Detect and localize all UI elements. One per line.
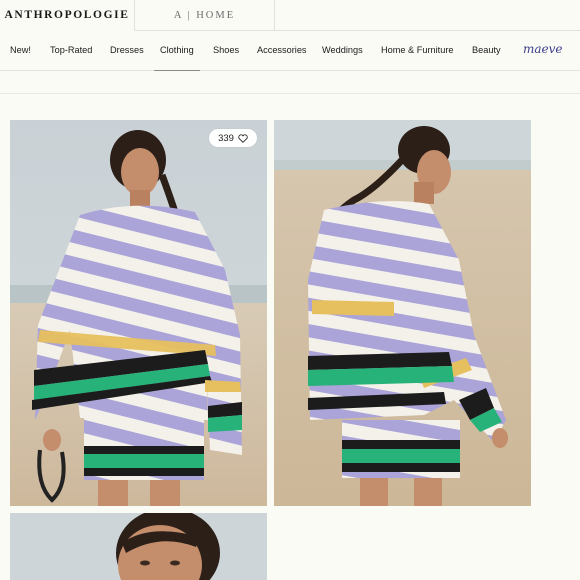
product-image-side-art: [274, 120, 531, 506]
likes-count: 339: [218, 132, 234, 144]
nav-item-clothing[interactable]: Clothing: [154, 31, 200, 71]
nav-item-home-furniture[interactable]: Home & Furniture: [381, 31, 454, 71]
brand-bar: ANTHROPOLOGIE A | HOME: [0, 0, 580, 31]
maeve-logo[interactable]: maeve: [523, 31, 563, 71]
nav-item-weddings[interactable]: Weddings: [322, 31, 363, 71]
nav-item-new[interactable]: New!: [10, 31, 31, 71]
brand-bar-fill: [275, 0, 580, 31]
nav-item-top-rated[interactable]: Top-Rated: [50, 31, 92, 71]
nav-item-shoes[interactable]: Shoes: [213, 31, 239, 71]
home-logo: A | HOME: [173, 9, 236, 21]
product-image-front-art: [10, 120, 267, 506]
nav-item-accessories[interactable]: Accessories: [257, 31, 307, 71]
product-image-closeup-art: [10, 513, 267, 580]
home-tab[interactable]: A | HOME: [135, 0, 275, 31]
main-nav: New! Top-Rated Dresses Clothing Shoes Ac…: [0, 31, 580, 71]
divider: [0, 93, 580, 94]
product-image-closeup[interactable]: [10, 513, 267, 580]
nav-item-dresses[interactable]: Dresses: [110, 31, 144, 71]
anthropologie-tab[interactable]: ANTHROPOLOGIE: [0, 0, 135, 31]
nav-item-beauty[interactable]: Beauty: [472, 31, 501, 71]
product-image-side[interactable]: [274, 120, 531, 506]
product-image-front[interactable]: [10, 120, 267, 506]
likes-button[interactable]: 339: [209, 129, 257, 147]
heart-icon: [238, 133, 248, 143]
anthropologie-logo: ANTHROPOLOGIE: [4, 9, 130, 21]
